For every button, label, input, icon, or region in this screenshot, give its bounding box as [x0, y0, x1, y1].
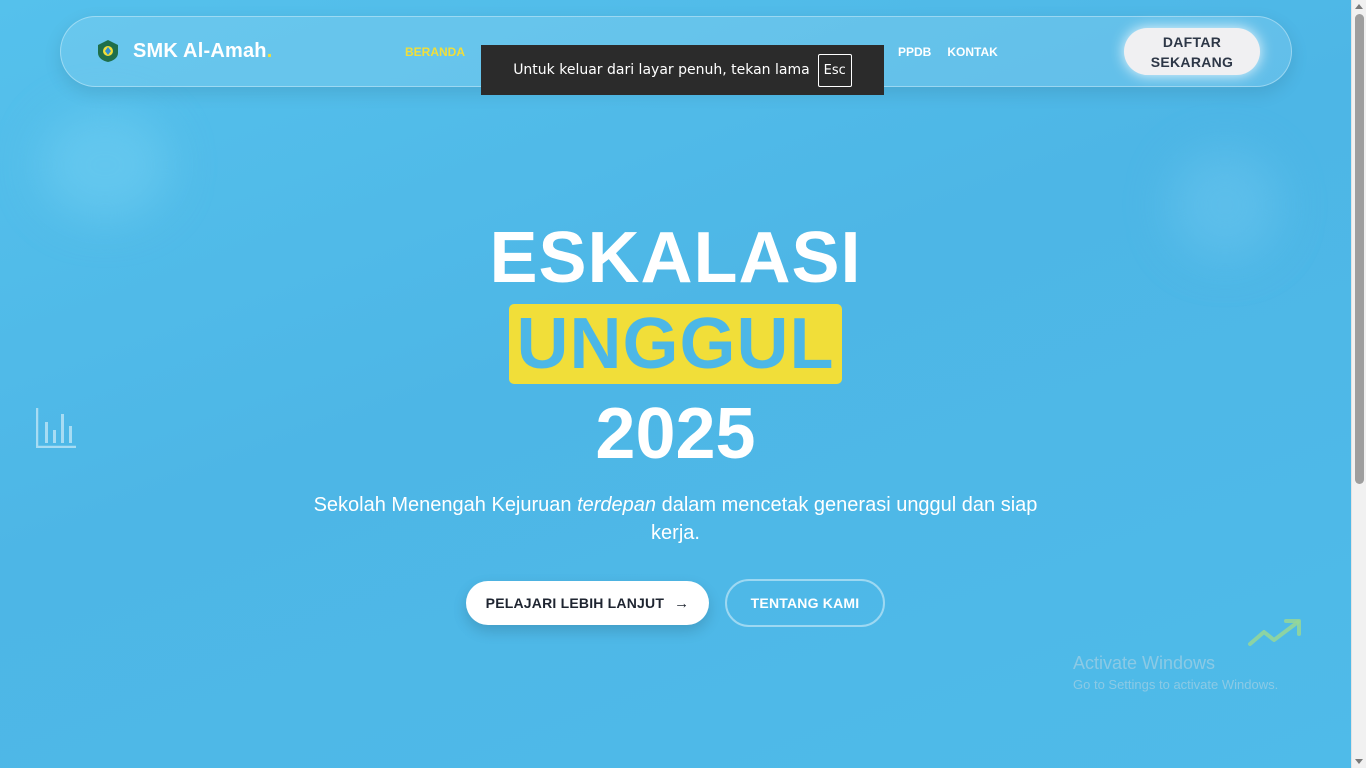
arrow-right-icon: → [674, 594, 690, 612]
activate-windows-subtitle: Go to Settings to activate Windows. [1073, 677, 1279, 692]
nav-link-ppdb[interactable]: PPDB [898, 45, 931, 59]
bar-chart-icon [36, 408, 76, 448]
about-us-button[interactable]: TENTANG KAMI [725, 579, 885, 627]
fullscreen-exit-notice: Untuk keluar dari layar penuh, tekan lam… [481, 45, 884, 95]
activate-windows-title: Activate Windows [1073, 653, 1216, 673]
register-now-label-line1: DAFTAR [1162, 33, 1222, 50]
register-now-label-line2: SEKARANG [1150, 53, 1234, 70]
learn-more-label: PELAJARI LEBIH LANJUT [485, 595, 665, 611]
activate-windows-watermark: Activate Windows Go to Settings to activ… [1073, 652, 1278, 696]
school-logo-icon [98, 40, 118, 62]
nav-links-right: PPDB KONTAK [898, 45, 998, 59]
hero-title-year: 2025 [595, 394, 756, 474]
hero-subtitle-end: dalam mencetak generasi unggul dan siap … [651, 494, 1038, 544]
scroll-down-arrow-icon[interactable] [1355, 759, 1363, 764]
nav-link-kontak[interactable]: KONTAK [947, 45, 997, 59]
hero-subtitle: Sekolah Menengah Kejuruan terdepan dalam… [300, 491, 1051, 547]
nav-link-beranda[interactable]: BERANDA [405, 45, 465, 59]
brand[interactable]: SMK Al-Amah. [97, 39, 272, 63]
hero-title-line1: ESKALASI [489, 218, 862, 298]
brand-name: SMK Al-Amah [133, 39, 267, 62]
hero-subtitle-emphasis: terdepan [577, 494, 657, 516]
scrollbar-thumb[interactable] [1355, 14, 1364, 484]
register-now-label: DAFTAR SEKARANG [1151, 32, 1234, 72]
scroll-up-arrow-icon[interactable] [1355, 4, 1363, 9]
hero-subtitle-start: Sekolah Menengah Kejuruan [313, 494, 578, 516]
vertical-scrollbar[interactable] [1351, 0, 1366, 768]
brand-dot: . [266, 39, 273, 62]
hero-title-highlight: UNGGUL [509, 304, 842, 384]
learn-more-button[interactable]: PELAJARI LEBIH LANJUT → [466, 581, 709, 625]
register-now-button[interactable]: DAFTAR SEKARANG [1124, 28, 1260, 75]
fullscreen-notice-text: Untuk keluar dari layar penuh, tekan lam… [513, 62, 810, 78]
trend-up-icon [1248, 619, 1301, 646]
nav-links: BERANDA P [405, 45, 491, 59]
esc-key-badge: Esc [817, 53, 852, 87]
